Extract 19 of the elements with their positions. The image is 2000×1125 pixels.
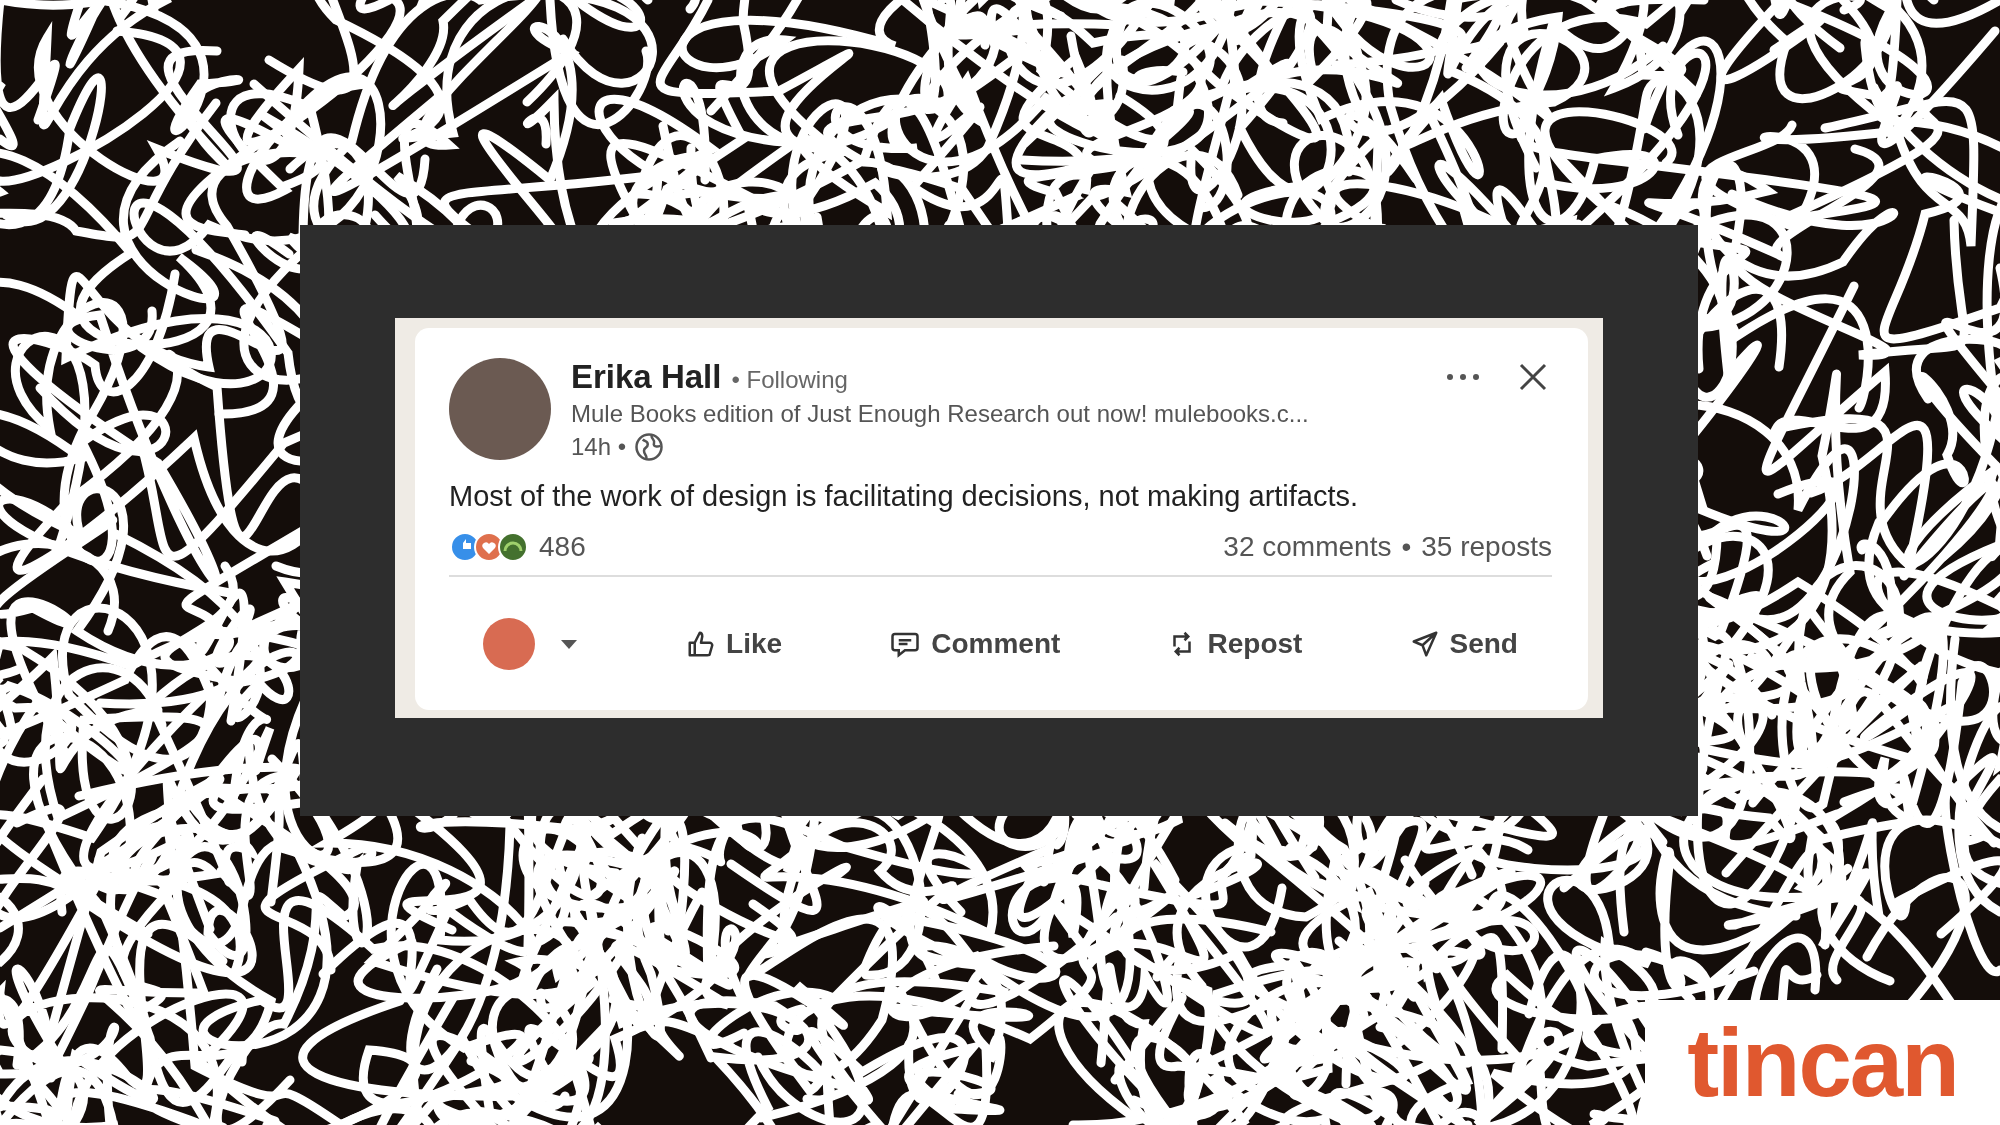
globe-icon: [634, 432, 665, 462]
tincan-logo: tincan: [1645, 1000, 2000, 1125]
author-name[interactable]: Erika Hall: [571, 358, 722, 396]
stats-link[interactable]: 35 reposts: [1421, 531, 1552, 563]
like-button[interactable]: Like: [672, 617, 797, 670]
stats-link[interactable]: 32 comments: [1223, 531, 1392, 563]
ellipsis-icon: [1446, 373, 1480, 381]
caret-icon: [559, 637, 579, 650]
repost-button[interactable]: Repost: [1153, 617, 1317, 670]
send-button[interactable]: Send: [1395, 617, 1532, 670]
post-text: Most of the work of design is facilitating decisions, not making artifacts.: [449, 480, 1360, 513]
reaction-count[interactable]: 486: [539, 531, 586, 563]
close-icon: [1518, 362, 1548, 392]
post-time: 14h •: [571, 433, 627, 461]
mini-avatar: [483, 617, 535, 670]
author-headline: Mule Books edition of Just Enough Research out now! mulebooks.c...: [571, 400, 1310, 428]
following-label: • Following: [731, 366, 848, 394]
comment-button[interactable]: Comment: [875, 617, 1075, 670]
separator-dot: •: [1401, 531, 1412, 563]
